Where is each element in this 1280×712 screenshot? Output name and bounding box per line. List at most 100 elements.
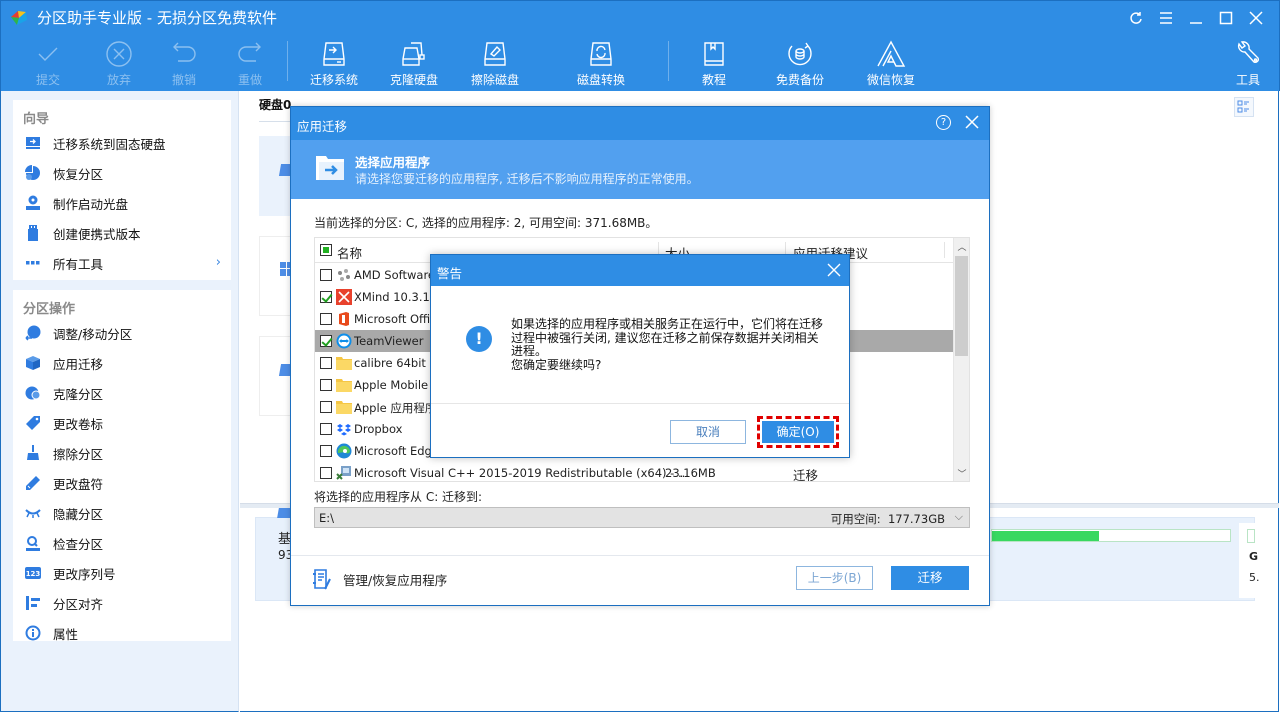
select-all-checkbox[interactable] [320, 244, 332, 256]
app-checkbox[interactable] [320, 423, 332, 435]
teamviewer-icon [336, 333, 352, 349]
wipe-icon [25, 445, 41, 461]
maximize-icon[interactable] [1213, 7, 1239, 29]
scroll-up-icon[interactable]: ︿ [957, 240, 967, 253]
tutorial-button[interactable]: 教程 [679, 39, 749, 89]
sidebar-item-bootable-media[interactable]: 制作启动光盘 [13, 188, 231, 218]
app-name: calibre 64bit [354, 356, 426, 370]
sidebar-item-align-partition[interactable]: 分区对齐 [13, 588, 231, 618]
minimize-icon[interactable] [1183, 7, 1209, 29]
pencil-icon [25, 475, 41, 491]
usb-icon [25, 225, 41, 241]
sidebar-item-change-serial[interactable]: 123 更改序列号 [13, 558, 231, 588]
cancel-button[interactable]: 取消 [670, 420, 746, 444]
xmind-icon [336, 289, 352, 305]
check-partition-icon [25, 535, 41, 551]
app-row[interactable]: Microsoft Visual C++ 2015-2019 Redistrib… [315, 462, 955, 482]
table-scrollbar[interactable]: ︿ ﹀ [953, 238, 969, 481]
refresh-icon[interactable] [1123, 7, 1149, 29]
message-line: 过程中被强行关闭, 建议您在迁移之前保存数据并关闭相关 [511, 330, 819, 345]
app-name: Dropbox [354, 422, 403, 436]
office-icon [336, 311, 352, 327]
clone-disk-button[interactable]: 克隆硬盘 [379, 39, 449, 89]
app-checkbox[interactable] [320, 379, 332, 391]
sidebar-item-recover-partition[interactable]: 恢复分区 [13, 158, 231, 188]
app-logo-icon [11, 11, 27, 25]
wipe-disk-icon [460, 39, 530, 69]
destination-select[interactable]: E:\ 可用空间: 177.73GB ⌵ [314, 507, 970, 528]
app-checkbox[interactable] [320, 335, 332, 347]
usage-fill [992, 531, 1100, 541]
app-checkbox[interactable] [320, 313, 332, 325]
selection-info: 当前选择的分区: C, 选择的应用程序: 2, 可用空间: 371.68MB。 [314, 216, 658, 230]
app-name: Apple 应用程序 [354, 401, 437, 415]
recover-partition-icon [25, 165, 41, 181]
wrench-icon [1213, 39, 1280, 69]
partition-ops-panel: 分区操作 调整/移动分区 应用迁移 克隆分区 更改卷标 擦除分区 更改盘符 隐藏… [13, 290, 231, 642]
previous-button[interactable]: 上一步(B) [796, 566, 873, 590]
free-space-value: 177.73GB [887, 512, 945, 526]
help-icon[interactable]: ? [936, 115, 951, 130]
discard-button[interactable]: 放弃 [84, 39, 154, 89]
app-size: 23.16MB [665, 466, 716, 480]
dialog-title: 应用迁移 [297, 119, 348, 134]
wechat-recovery-icon [856, 39, 926, 69]
app-checkbox[interactable] [320, 401, 332, 413]
menu-icon[interactable] [1153, 7, 1179, 29]
redo-button[interactable]: 重做 [215, 39, 285, 89]
sidebar-item-wipe-partition[interactable]: 擦除分区 [13, 438, 231, 468]
warning-divider [431, 403, 849, 404]
close-icon[interactable] [1243, 7, 1269, 29]
sidebar-item-migrate-ssd[interactable]: 迁移系统到固态硬盘 [13, 128, 231, 158]
chevron-right-icon: › [215, 255, 221, 270]
chevron-down-icon: ⌵ [954, 510, 963, 523]
clone-disk-icon [379, 39, 449, 69]
sidebar-item-app-move[interactable]: 应用迁移 [13, 348, 231, 378]
sidebar-item-change-drive-letter[interactable]: 更改盘符 [13, 468, 231, 498]
layout-toggle-button[interactable] [1234, 97, 1254, 117]
sidebar-item-properties[interactable]: 属性 [13, 618, 231, 648]
window-controls [1123, 7, 1269, 29]
sidebar-item-clone-partition[interactable]: 克隆分区 [13, 378, 231, 408]
folder-move-icon [316, 156, 344, 180]
ok-button[interactable]: 确定(O) [762, 421, 834, 443]
discard-icon [84, 39, 154, 69]
convert-disk-icon [566, 39, 636, 69]
scroll-thumb[interactable] [955, 256, 968, 356]
tools-button[interactable]: 工具 [1213, 39, 1280, 89]
free-backup-button[interactable]: 免费备份 [765, 39, 835, 89]
convert-disk-button[interactable]: 磁盘转换 [566, 39, 636, 89]
scroll-down-icon[interactable]: ﹀ [957, 467, 967, 480]
more-icon [25, 255, 41, 271]
wipe-disk-button[interactable]: 擦除磁盘 [460, 39, 530, 89]
app-checkbox[interactable] [320, 467, 332, 479]
sidebar-item-portable-version[interactable]: 创建便携式版本 [13, 218, 231, 248]
column-name[interactable]: 名称 [337, 243, 362, 262]
toolbar-separator [287, 41, 288, 81]
sidebar-item-hide-partition[interactable]: 隐藏分区 [13, 498, 231, 528]
sidebar-item-change-label[interactable]: 更改卷标 [13, 408, 231, 438]
wizard-title: 向导 [23, 112, 50, 127]
manage-restore-apps-link[interactable]: 管理/恢复应用程序 [313, 568, 447, 590]
sidebar-item-check-partition[interactable]: 检查分区 [13, 528, 231, 558]
warning-close-icon[interactable] [826, 262, 842, 278]
partition-card-small[interactable]: G 5. [1239, 523, 1265, 598]
migrate-os-button[interactable]: 迁移系统 [299, 39, 369, 89]
app-move-icon [25, 355, 41, 371]
app-checkbox[interactable] [320, 269, 332, 281]
redo-icon [215, 39, 285, 69]
destination-free-space: 可用空间: 177.73GB [831, 511, 945, 527]
app-checkbox[interactable] [320, 357, 332, 369]
dialog-close-icon[interactable] [963, 113, 981, 131]
wechat-recovery-button[interactable]: 微信恢复 [856, 39, 926, 89]
amd-icon [336, 267, 352, 283]
app-checkbox[interactable] [320, 291, 332, 303]
info-icon [25, 625, 41, 641]
app-checkbox[interactable] [320, 445, 332, 457]
migrate-button[interactable]: 迁移 [891, 566, 969, 590]
app-suggestion: 迁移 [793, 468, 819, 482]
sidebar-item-all-tools[interactable]: 所有工具 › [13, 248, 231, 278]
undo-button[interactable]: 撤销 [149, 39, 219, 89]
submit-button[interactable]: 提交 [13, 39, 83, 89]
sidebar-item-resize-partition[interactable]: 调整/移动分区 [13, 318, 231, 348]
